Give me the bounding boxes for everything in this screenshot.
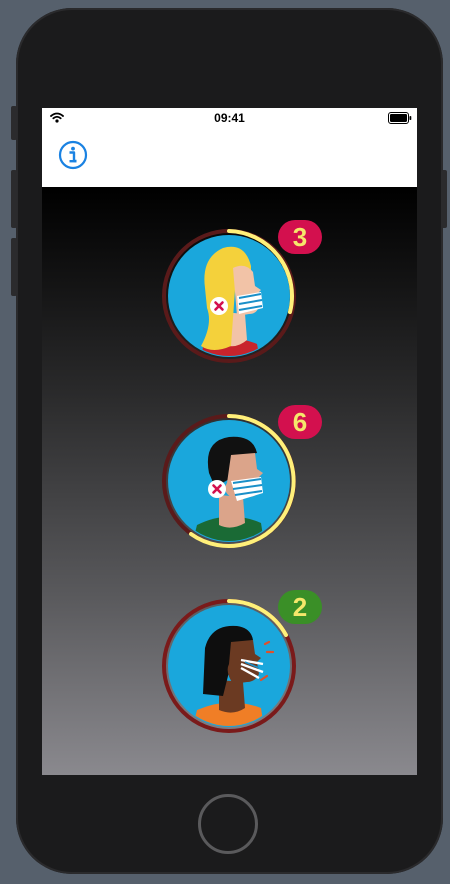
home-button[interactable] xyxy=(198,794,258,854)
volume-down-button xyxy=(11,238,17,296)
status-bar: 09:41 xyxy=(42,108,417,128)
count-badge-text: 6 xyxy=(293,407,307,437)
volume-up-button xyxy=(11,170,17,228)
count-badge-text: 2 xyxy=(293,592,307,622)
mute-switch xyxy=(11,106,17,140)
count-badge: 6 xyxy=(278,405,322,439)
status-time: 09:41 xyxy=(214,111,245,125)
info-icon[interactable] xyxy=(58,140,88,170)
count-badge: 3 xyxy=(278,220,322,254)
battery-icon xyxy=(388,112,412,124)
people-list: 3 6 2 xyxy=(42,187,417,775)
count-badge: 2 xyxy=(278,590,322,624)
power-button xyxy=(441,170,447,228)
navigation-bar xyxy=(42,128,417,187)
count-badge-text: 3 xyxy=(293,222,307,252)
screen: 09:41 3 6 2 xyxy=(42,108,417,775)
